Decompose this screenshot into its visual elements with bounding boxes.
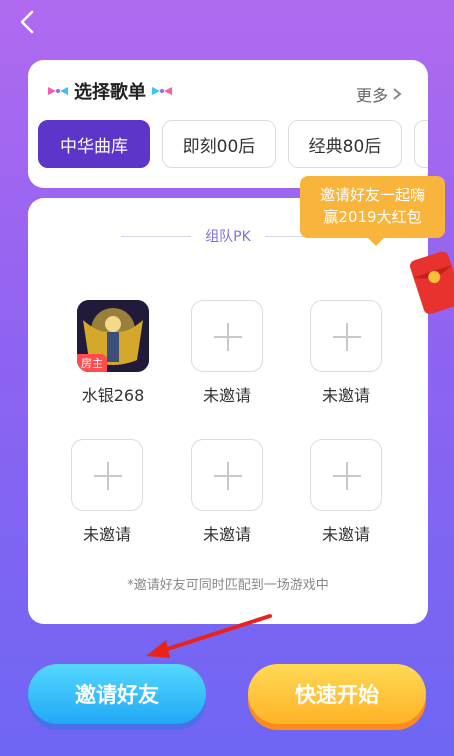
- avatar[interactable]: 房主: [77, 300, 149, 372]
- chevron-right-icon: [393, 88, 402, 100]
- tooltip-line1: 邀请好友一起嗨: [319, 186, 425, 204]
- slot-label: 未邀请: [321, 386, 370, 405]
- invite-friends-button[interactable]: 邀请好友: [28, 664, 206, 724]
- more-label: 更多: [355, 86, 388, 105]
- plus-icon-vertical: [346, 462, 348, 490]
- divider-left: [121, 235, 192, 237]
- invite-slot: 未邀请: [167, 439, 287, 545]
- tooltip-line2: 赢2019大红包: [323, 208, 422, 226]
- song-category-tabs: 中华曲库 即刻00后 经典80后: [38, 120, 428, 168]
- invite-slot-button[interactable]: [310, 439, 382, 511]
- invite-slot-button[interactable]: [191, 300, 263, 372]
- team-pk-card: 组队PK 房主 水银268 未邀请 未邀请 未邀请 未邀请 未邀请 *邀请好友可…: [28, 198, 428, 624]
- invite-slot-button[interactable]: [191, 439, 263, 511]
- team-pk-title: 组队PK: [205, 229, 251, 245]
- plus-icon-vertical: [346, 323, 348, 351]
- invite-slot: 未邀请: [47, 439, 167, 545]
- plus-icon-vertical: [107, 462, 109, 490]
- slot-label: 未邀请: [82, 525, 131, 544]
- song-select-title: 选择歌单: [74, 82, 146, 103]
- back-chevron-icon[interactable]: [14, 8, 42, 36]
- slot-label: 未邀请: [202, 386, 251, 405]
- decor-bow-right-icon: [152, 87, 172, 95]
- host-slot: 房主 水银268: [53, 300, 173, 406]
- invite-slot-button[interactable]: [310, 300, 382, 372]
- red-packet-icon[interactable]: [410, 252, 454, 314]
- more-link[interactable]: 更多: [356, 82, 402, 106]
- host-name: 水银268: [81, 386, 145, 405]
- slot-label: 未邀请: [202, 525, 251, 544]
- invite-slot: 未邀请: [286, 300, 406, 406]
- decor-bow-left-icon: [48, 87, 68, 95]
- pointer-arrow-icon: [146, 614, 272, 658]
- quick-start-button[interactable]: 快速开始: [248, 664, 426, 724]
- slot-label: 未邀请: [321, 525, 370, 544]
- match-note: *邀请好友可同时匹配到一场游戏中: [127, 578, 329, 593]
- plus-icon-vertical: [227, 462, 229, 490]
- invite-slot: 未邀请: [167, 300, 287, 406]
- song-select-header: 选择歌单: [48, 78, 172, 104]
- host-badge: 房主: [77, 354, 107, 372]
- tab-jingdian-80hou[interactable]: 经典80后: [288, 120, 402, 168]
- invite-slot: 未邀请: [286, 439, 406, 545]
- tab-zhonghua-quku[interactable]: 中华曲库: [38, 120, 150, 168]
- plus-icon-vertical: [227, 323, 229, 351]
- invite-slot-button[interactable]: [71, 439, 143, 511]
- tab-jike-00hou[interactable]: 即刻00后: [162, 120, 276, 168]
- song-select-card: 选择歌单 更多 中华曲库 即刻00后 经典80后: [28, 60, 428, 188]
- invite-promo-tooltip: 邀请好友一起嗨 赢2019大红包: [300, 176, 445, 246]
- tab-partial[interactable]: [414, 120, 428, 168]
